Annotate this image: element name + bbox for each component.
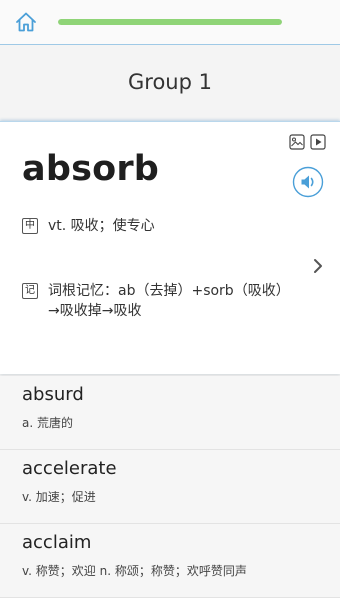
- image-icon[interactable]: [289, 134, 305, 150]
- memory-row: 记 词根记忆：ab（去掉）+sorb（吸收）→吸收掉→吸收: [22, 281, 290, 321]
- word-list: absurd a. 荒唐的 accelerate v. 加速；促进 acclai…: [0, 376, 340, 598]
- speaker-icon[interactable]: [292, 166, 324, 198]
- list-item[interactable]: acclaim v. 称赞；欢迎 n. 称颂；称赞；欢呼赞同声: [0, 524, 340, 598]
- list-item-word: absurd: [22, 384, 84, 405]
- play-video-icon[interactable]: [310, 134, 326, 150]
- definition-text: vt. 吸收；使专心: [48, 218, 155, 234]
- progress-fill: [58, 19, 282, 25]
- progress-bar: [58, 19, 282, 25]
- list-item-word: accelerate: [22, 458, 117, 479]
- definition-row: 中 vt. 吸收；使专心: [22, 216, 312, 236]
- group-title: Group 1: [128, 70, 212, 94]
- list-item[interactable]: absurd a. 荒唐的: [0, 376, 340, 450]
- memory-tag: 记: [22, 283, 38, 299]
- home-icon[interactable]: [14, 10, 38, 34]
- list-item-word: acclaim: [22, 532, 92, 553]
- word-card[interactable]: absorb 中 vt. 吸收；使专心 记 词根记忆：ab（去掉）+sorb（吸…: [0, 121, 340, 374]
- chevron-right-icon[interactable]: [312, 258, 324, 274]
- definition-tag: 中: [22, 218, 38, 234]
- memory-text: 词根记忆：ab（去掉）+sorb（吸收）→吸收掉→吸收: [48, 283, 290, 319]
- top-bar: [0, 0, 340, 45]
- list-item-definition: v. 称赞；欢迎 n. 称颂；称赞；欢呼赞同声: [22, 564, 247, 578]
- list-item-definition: v. 加速；促进: [22, 490, 96, 504]
- card-word: absorb: [22, 149, 160, 189]
- list-item[interactable]: accelerate v. 加速；促进: [0, 450, 340, 524]
- list-item-definition: a. 荒唐的: [22, 416, 73, 430]
